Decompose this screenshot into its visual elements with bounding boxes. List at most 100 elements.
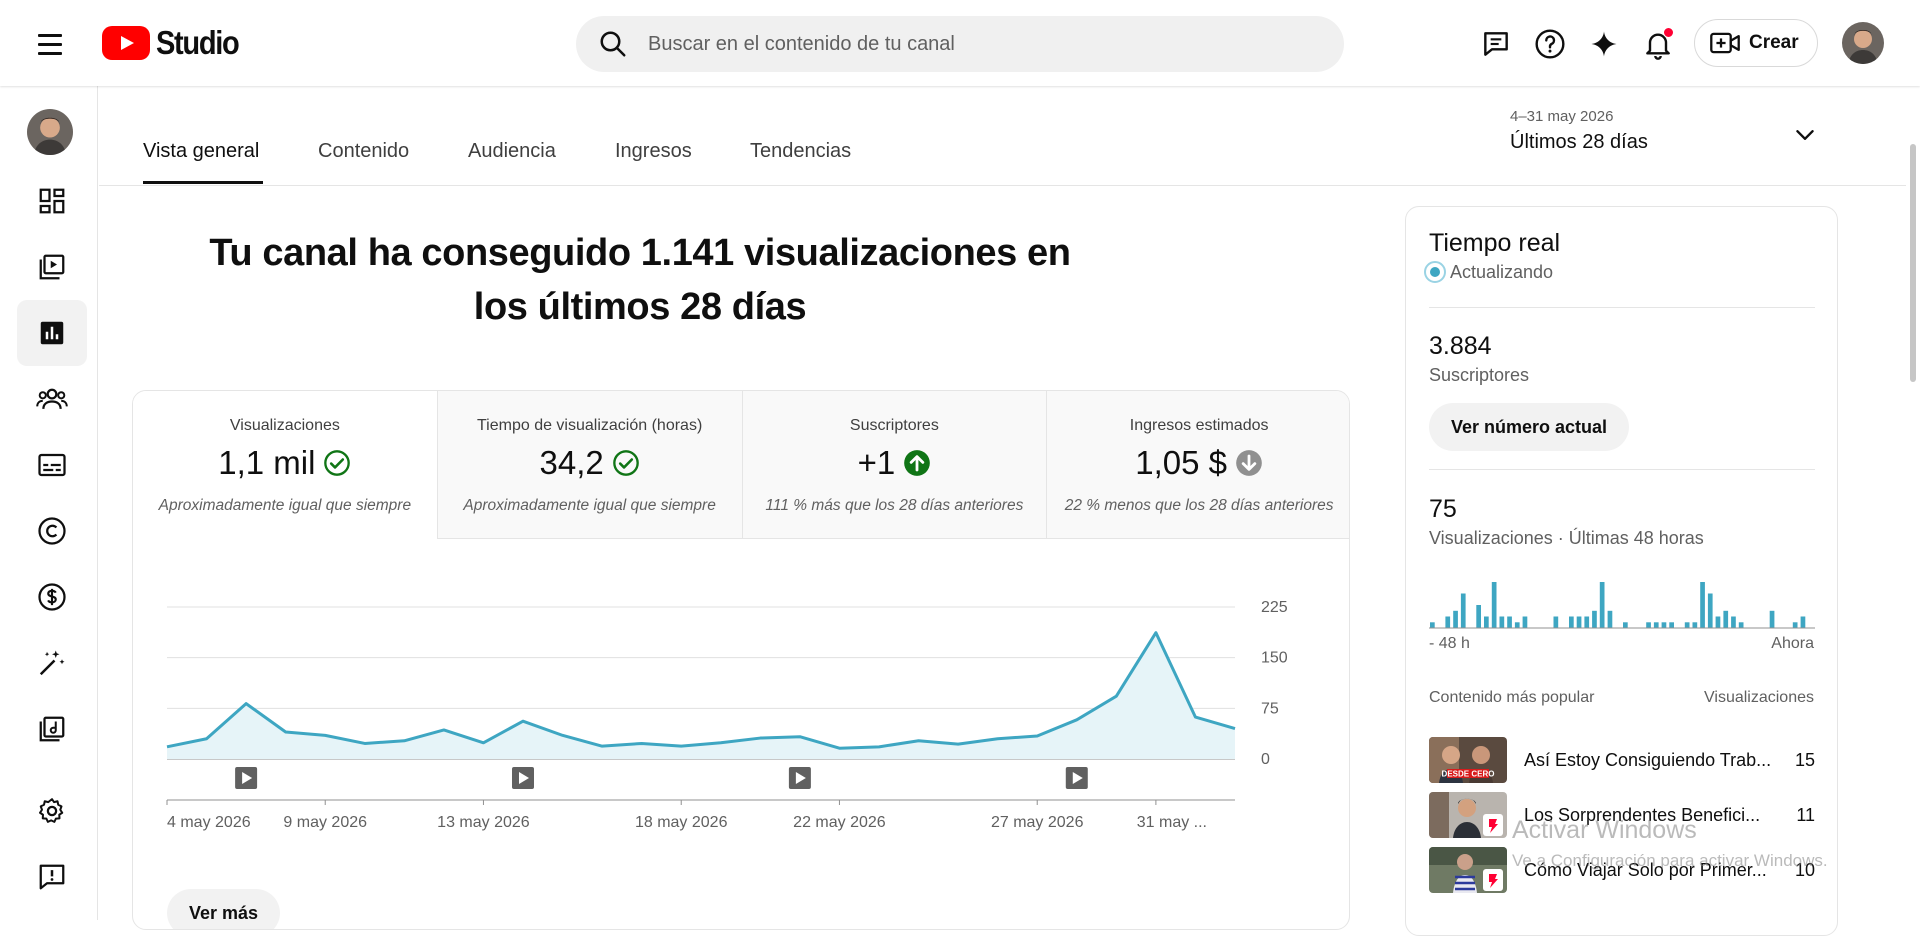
realtime-bar	[1553, 616, 1559, 628]
realtime-bar	[1707, 593, 1713, 628]
notification-badge	[1663, 27, 1674, 38]
realtime-views-label: Visualizaciones · Últimas 48 horas	[1429, 528, 1704, 548]
data-point	[402, 739, 406, 743]
realtime-bar	[1453, 610, 1458, 629]
thumbnail-caption: DESDE CERO	[1442, 770, 1495, 779]
earn-money-icon[interactable]	[17, 564, 87, 630]
metric-label: Suscriptores	[849, 417, 939, 434]
data-point	[363, 741, 367, 745]
realtime-bar	[1715, 616, 1721, 628]
dashboard-icon[interactable]	[17, 168, 87, 234]
tab-trends[interactable]: Tendencias	[750, 140, 851, 163]
send-feedback-icon[interactable]	[17, 844, 87, 910]
realtime-bar	[1445, 616, 1451, 628]
top-content-row[interactable]: Cómo Viajar Solo por Primer... 10	[1429, 847, 1815, 893]
y-tick-label: 150	[1261, 650, 1288, 667]
see-more-button[interactable]: Ver más	[167, 889, 281, 929]
account-avatar[interactable]	[1842, 22, 1884, 64]
metric-label: Tiempo de visualización (horas)	[476, 417, 703, 434]
metric-value: 1,05 $	[1135, 444, 1227, 481]
sparkle-icon[interactable]	[1586, 22, 1622, 66]
data-point	[1114, 694, 1118, 698]
y-tick-label: 225	[1261, 599, 1288, 616]
realtime-bar	[1792, 622, 1798, 629]
realtime-bar	[1623, 622, 1628, 629]
divider	[1429, 469, 1815, 470]
left-navigation-rail	[0, 86, 98, 920]
logo-text: Studio	[156, 24, 240, 61]
tab-audience[interactable]: Audiencia	[468, 140, 556, 163]
notifications-bell-icon[interactable]	[1640, 22, 1676, 66]
audio-library-icon[interactable]	[17, 696, 87, 762]
realtime-axis-end: Ahora	[1771, 635, 1814, 652]
metric-tile[interactable]: Suscriptores +1 111 % más que los 28 días …	[742, 391, 1048, 539]
magic-wand-icon[interactable]	[17, 630, 87, 696]
data-point	[877, 745, 881, 749]
realtime-bar	[1684, 622, 1690, 629]
help-icon[interactable]	[1532, 22, 1568, 66]
settings-gear-icon[interactable]	[17, 778, 87, 844]
search-input[interactable]	[648, 32, 1248, 56]
realtime-bar	[1692, 622, 1698, 629]
analytics-tabs: Vista general Contenido Audiencia Ingres…	[99, 86, 1920, 186]
x-tick-label: 22 may 2026	[793, 814, 886, 831]
realtime-bar	[1522, 616, 1528, 628]
realtime-bar	[1723, 610, 1729, 629]
data-point	[719, 741, 723, 745]
metric-tile[interactable]: Tiempo de visualización (horas) 34,2 Aprox…	[437, 391, 743, 539]
realtime-status: Actualizando	[1424, 261, 1553, 283]
chevron-down-icon[interactable]	[1792, 122, 1818, 153]
top-content-views: 10	[1794, 859, 1815, 880]
metric-label: Ingresos estimados	[1129, 417, 1269, 434]
metric-value: 34,2	[539, 444, 604, 481]
metric-value: +1	[857, 444, 896, 481]
tab-content[interactable]: Contenido	[318, 140, 409, 163]
realtime-bar	[1491, 582, 1497, 628]
data-point	[205, 737, 209, 741]
top-content-row[interactable]: DESDE CERO Así Estoy Consiguiendo Trab..…	[1429, 737, 1815, 783]
arrow-down-icon	[1235, 449, 1263, 477]
tab-revenue[interactable]: Ingresos	[615, 140, 692, 163]
views-chart: 0 75 150 225 4 may 2026 9 may 2026 13 may 2026…	[133, 539, 1349, 839]
date-range-label: Últimos 28 días	[1510, 131, 1648, 153]
community-icon[interactable]	[17, 366, 87, 432]
data-point	[1075, 718, 1079, 722]
realtime-bar	[1514, 622, 1520, 629]
analytics-icon[interactable]	[17, 300, 87, 366]
see-current-count-button[interactable]: Ver número actual	[1429, 403, 1630, 451]
date-range-selector[interactable]: 4–31 may 2026 Últimos 28 días	[1510, 108, 1648, 154]
tab-overview[interactable]: Vista general	[143, 140, 259, 163]
content-icon[interactable]	[17, 234, 87, 300]
channel-avatar[interactable]	[27, 109, 73, 155]
realtime-bar	[1599, 582, 1605, 628]
date-range-dates: 4–31 may 2026	[1510, 108, 1614, 125]
realtime-title: Tiempo real	[1429, 229, 1561, 257]
metric-note: 22 % menos que los 28 días anteriores	[1064, 497, 1334, 514]
page-scrollbar[interactable]	[1906, 86, 1920, 920]
create-button[interactable]: Crear	[1694, 19, 1818, 67]
data-point	[481, 741, 485, 745]
search-bar[interactable]	[576, 16, 1344, 72]
video-thumbnail	[1429, 792, 1507, 838]
top-content-title: Cómo Viajar Solo por Primer...	[1524, 859, 1767, 880]
metric-note: Aproximadamente igual que siempre	[158, 497, 412, 514]
feedback-message-icon[interactable]	[1478, 22, 1514, 66]
scrollbar-thumb[interactable]	[1910, 144, 1916, 382]
realtime-bar	[1476, 605, 1481, 628]
hamburger-menu-icon[interactable]	[30, 24, 70, 64]
subscriber-label: Suscriptores	[1429, 365, 1530, 385]
studio-logo[interactable]: Studio	[102, 24, 250, 62]
copyright-icon[interactable]	[17, 498, 87, 564]
top-content-views: 15	[1794, 749, 1815, 770]
data-point	[1035, 734, 1039, 738]
realtime-bar	[1769, 610, 1775, 629]
top-content-title: Los Sorprendentes Benefici...	[1524, 804, 1761, 825]
metric-tile[interactable]: Visualizaciones 1,1 mil Aproximadamente ig…	[133, 391, 438, 539]
data-point	[679, 744, 683, 748]
subtitles-icon[interactable]	[17, 432, 87, 498]
metric-tile[interactable]: Ingresos estimados 1,05 $ 22 % menos que l…	[1047, 391, 1349, 539]
realtime-bar	[1576, 616, 1582, 628]
data-point	[1154, 631, 1158, 635]
metric-value-row: 34,2	[438, 443, 742, 483]
top-content-row[interactable]: Los Sorprendentes Benefici... 11	[1429, 792, 1815, 838]
